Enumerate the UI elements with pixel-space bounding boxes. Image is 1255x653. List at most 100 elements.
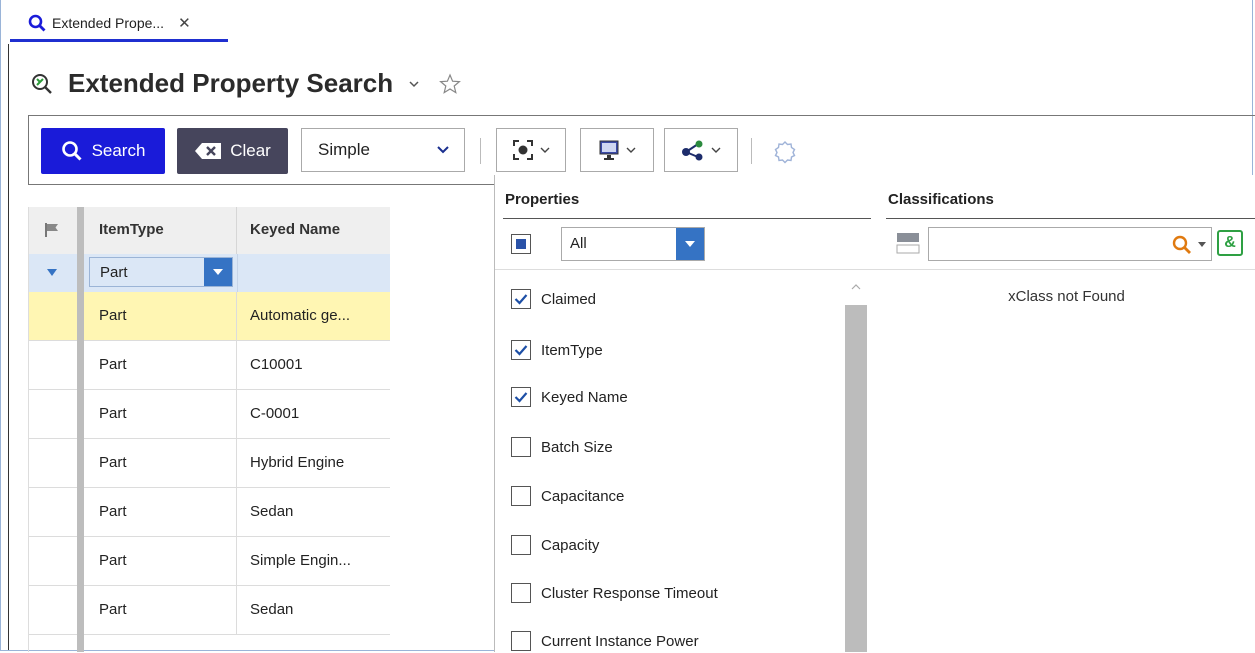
select-all-checkbox[interactable]: [511, 234, 531, 254]
property-item-cluster-response-timeout[interactable]: Cluster Response Timeout: [511, 581, 718, 605]
classifications-title: Classifications: [888, 191, 994, 208]
properties-menu-button[interactable]: [496, 128, 566, 172]
keyed-name-filter-input[interactable]: [237, 254, 391, 292]
classifications-panel: Classifications & xClass not Found: [878, 175, 1255, 652]
monitor-icon: [599, 140, 619, 160]
search-button[interactable]: Search: [41, 128, 165, 174]
clear-button[interactable]: Clear: [177, 128, 288, 174]
property-item-claimed[interactable]: Claimed: [511, 287, 596, 311]
cell-itemtype: Part: [84, 390, 237, 438]
property-label: Claimed: [541, 290, 597, 308]
favorite-star-icon[interactable]: [439, 72, 462, 95]
column-header-keyed-name[interactable]: Keyed Name: [250, 221, 340, 238]
property-item-keyed-name[interactable]: Keyed Name: [511, 385, 628, 409]
property-item-capacitance[interactable]: Capacitance: [511, 484, 624, 508]
scroll-up-icon[interactable]: [851, 283, 861, 291]
scrollbar-thumb[interactable]: [845, 305, 867, 652]
cell-itemtype: Part: [84, 586, 237, 634]
chevron-down-icon[interactable]: [407, 77, 421, 91]
ampersand-icon[interactable]: &: [1217, 230, 1243, 256]
dropdown-button[interactable]: [204, 258, 232, 286]
search-button-label: Search: [91, 141, 146, 160]
divider: [878, 269, 1255, 270]
column-header-itemtype[interactable]: ItemType: [99, 221, 164, 238]
cell-keyed-name: Sedan: [250, 503, 294, 520]
checkmark-icon: [514, 345, 528, 356]
cell-keyed-name: Sedan: [250, 601, 294, 618]
cell-keyed-name: C-0001: [250, 405, 300, 422]
row-selector[interactable]: [29, 586, 77, 634]
flag-icon[interactable]: [44, 222, 60, 238]
classification-tree-icon[interactable]: [896, 232, 920, 254]
cell-itemtype: Part: [84, 439, 237, 487]
properties-panel: Properties All Claimed ItemType Keyed Na…: [494, 175, 879, 652]
cell-keyed-name: Hybrid Engine: [250, 454, 345, 471]
cell-keyed-name: C10001: [250, 356, 303, 373]
column-divider: [236, 207, 237, 254]
row-selector[interactable]: [29, 292, 77, 340]
chevron-down-icon: [437, 146, 449, 154]
checkbox[interactable]: [511, 437, 531, 457]
chevron-down-icon: [540, 147, 550, 153]
checkbox[interactable]: [511, 535, 531, 555]
window-edge: [8, 44, 9, 650]
dropdown-button[interactable]: [676, 228, 704, 260]
itemtype-filter-value: Part: [100, 264, 128, 281]
checkbox[interactable]: [511, 387, 531, 407]
properties-filter-value: All: [570, 235, 587, 252]
clear-button-label: Clear: [230, 141, 271, 160]
chevron-down-icon: [711, 147, 721, 153]
cell-itemtype: Part: [84, 292, 237, 340]
share-menu-button[interactable]: [664, 128, 738, 172]
toolbar-divider: [480, 138, 481, 164]
indeterminate-mark: [516, 239, 526, 249]
empty-message: xClass not Found: [1008, 288, 1125, 305]
tab-label: Extended Prope...: [52, 14, 165, 31]
row-selector[interactable]: [29, 488, 77, 536]
property-item-batch-size[interactable]: Batch Size: [511, 435, 613, 459]
property-label: Cluster Response Timeout: [541, 584, 718, 602]
checkbox[interactable]: [511, 631, 531, 651]
cell-itemtype: Part: [84, 537, 237, 585]
page-header: Extended Property Search: [30, 68, 462, 99]
cell-itemtype: Part: [84, 488, 237, 536]
property-item-current-instance-power[interactable]: Current Instance Power: [511, 629, 699, 653]
close-icon[interactable]: ✕: [178, 14, 191, 32]
display-menu-button[interactable]: [580, 128, 654, 172]
checkbox[interactable]: [511, 340, 531, 360]
property-label: Batch Size: [541, 438, 613, 456]
search-icon: [61, 141, 82, 161]
checkbox[interactable]: [511, 289, 531, 309]
property-item-itemtype[interactable]: ItemType: [511, 338, 603, 362]
row-selector[interactable]: [29, 341, 77, 389]
properties-title: Properties: [505, 191, 580, 208]
cell-itemtype: Part: [84, 341, 237, 389]
chevron-down-icon: [626, 147, 636, 153]
row-selector[interactable]: [29, 390, 77, 438]
checkmark-icon: [514, 294, 528, 305]
itemtype-filter-select[interactable]: Part: [89, 257, 233, 287]
cell-keyed-name: Automatic ge...: [237, 292, 390, 340]
property-label: Capacitance: [541, 487, 625, 505]
settings-badge-icon[interactable]: [773, 140, 797, 164]
row-selector[interactable]: [29, 537, 77, 585]
properties-filter-select[interactable]: All: [561, 227, 705, 261]
backspace-icon: [195, 143, 222, 159]
tab-extended-property-search[interactable]: Extended Prope... ✕: [10, 6, 228, 42]
checkbox[interactable]: [511, 583, 531, 603]
row-selector[interactable]: [29, 439, 77, 487]
property-label: Current Instance Power: [541, 632, 699, 650]
caret-down-icon: [685, 241, 695, 247]
search-mode-select[interactable]: Simple: [301, 128, 465, 172]
search-icon: [28, 14, 46, 31]
classification-search-input[interactable]: [928, 227, 1212, 261]
search-icon[interactable]: [1172, 235, 1192, 255]
caret-down-icon[interactable]: [47, 269, 57, 277]
checkmark-icon: [514, 392, 528, 403]
caret-down-icon: [213, 269, 223, 275]
property-item-capacity[interactable]: Capacity: [511, 533, 599, 557]
checkbox[interactable]: [511, 486, 531, 506]
extended-search-icon: [32, 73, 52, 94]
grid-column-splitter[interactable]: [77, 207, 84, 652]
caret-down-icon[interactable]: [1198, 242, 1206, 248]
